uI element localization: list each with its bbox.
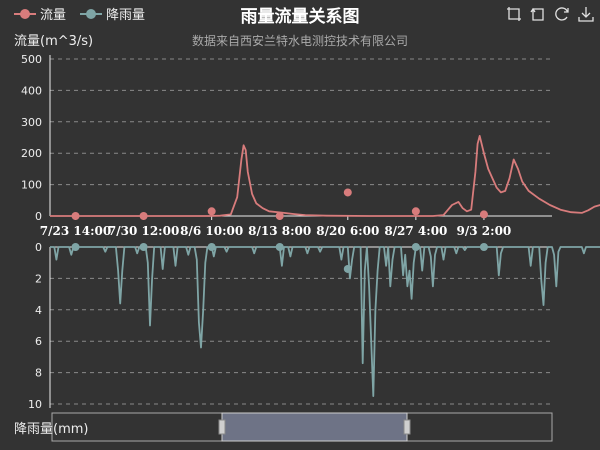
x-tick-label: 7/30 12:00 — [108, 224, 179, 238]
toolbox — [506, 6, 594, 22]
x-tick-label: 8/27 4:00 — [384, 224, 447, 238]
rain-point — [275, 243, 284, 251]
rain-series-line — [50, 246, 600, 397]
data-zoom-handle-right[interactable] — [403, 419, 411, 435]
rain-point — [411, 243, 420, 251]
rain-point — [479, 243, 488, 251]
chart-root: 0 100 200 300 400 500 0 2 4 6 8 10 7/23 14:00 7/30 12… — [0, 0, 600, 450]
restore-icon[interactable] — [554, 6, 570, 22]
data-zoom-handle-left[interactable] — [218, 419, 226, 435]
flow-point — [71, 212, 80, 220]
rain-point — [343, 264, 352, 273]
zoom-reset-icon[interactable] — [530, 6, 546, 22]
rain-y-tick-label: 8 — [35, 367, 42, 380]
x-tick-label: 8/20 6:00 — [316, 224, 379, 238]
flow-y-tick-label: 500 — [21, 53, 42, 66]
flow-point — [411, 207, 420, 216]
data-zoom-window[interactable] — [221, 412, 408, 442]
download-icon[interactable] — [578, 6, 594, 22]
rain-point — [207, 243, 216, 251]
flow-series-line — [50, 135, 600, 217]
flow-point — [139, 212, 148, 220]
flow-y-tick-label: 300 — [21, 116, 42, 129]
rain-y-tick-label: 2 — [35, 272, 42, 285]
flow-point — [207, 207, 216, 216]
zoom-icon[interactable] — [506, 6, 522, 22]
rain-point — [139, 243, 148, 251]
rain-y-tick-label: 6 — [35, 335, 42, 348]
x-tick-label: 8/6 10:00 — [180, 224, 243, 238]
chart-canvas: 0 100 200 300 400 500 0 2 4 6 8 10 7/23 14:007/30 12… — [21, 53, 600, 442]
flow-y-tick-label: 100 — [21, 179, 42, 192]
rain-y-tick-label: 0 — [35, 241, 42, 254]
flow-point — [275, 212, 284, 220]
x-tick-label: 8/13 8:00 — [248, 224, 311, 238]
flow-y-tick-label: 400 — [21, 84, 42, 97]
rain-point — [71, 243, 80, 251]
rain-y-tick-label: 4 — [35, 304, 42, 317]
flow-point — [479, 210, 488, 219]
rain-axis-label: 降雨量(mm) — [14, 422, 89, 437]
x-tick-label: 7/23 14:00 — [40, 224, 111, 238]
flow-y-tick-label: 200 — [21, 147, 42, 160]
flow-point — [343, 188, 352, 197]
flow-y-tick-label: 0 — [35, 210, 42, 223]
rain-y-tick-label: 10 — [28, 398, 42, 411]
x-tick-label: 9/3 2:00 — [457, 224, 512, 238]
flow-axis-label: 流量(m^3/s) — [14, 34, 94, 49]
